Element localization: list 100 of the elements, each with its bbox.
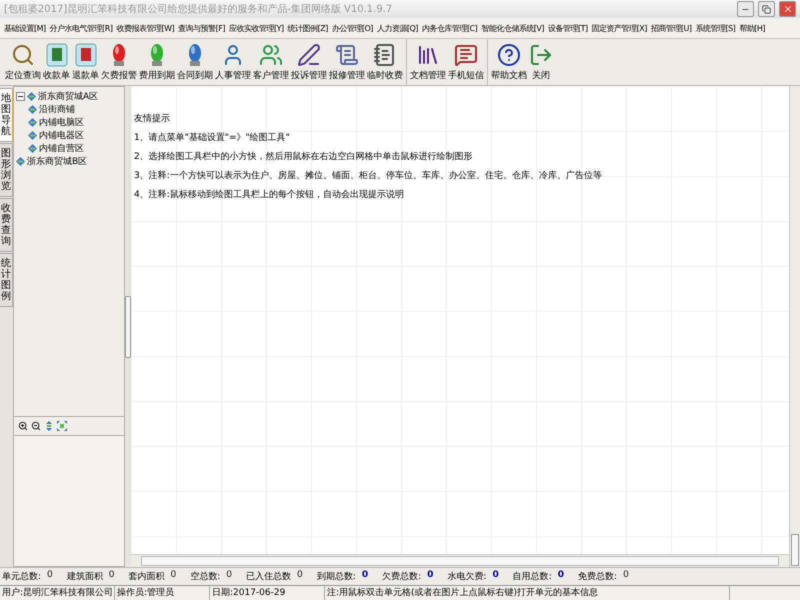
menu-item[interactable]: 帮助[H] [737, 22, 768, 34]
menu-item[interactable]: 智能化仓储系统[V] [479, 22, 546, 34]
stat-label: 欠费总数: 0 [382, 570, 434, 583]
close-button[interactable] [779, 1, 796, 17]
lamp-icon [149, 43, 165, 67]
node-icon [28, 118, 37, 127]
toolbar-button[interactable]: 合同到期 [176, 39, 214, 85]
receipt-icon [46, 43, 68, 67]
stat-label: 免费总数: 0 [578, 570, 629, 583]
scrollbar-thumb[interactable] [791, 534, 799, 566]
menu-item[interactable]: 办公管理[O] [330, 22, 375, 34]
toolbar-button[interactable]: 投诉管理 [290, 39, 328, 85]
toolbar-button[interactable]: 关闭 [528, 39, 554, 85]
fit-height-icon[interactable] [44, 421, 54, 431]
side-tab[interactable]: 收费查询 [0, 198, 13, 252]
menu-item[interactable]: 分户水电气管理[R] [48, 22, 114, 34]
collapse-toggle[interactable] [16, 92, 25, 101]
toolbar-button[interactable]: 帮助文档 [490, 39, 528, 85]
status-text: 注:用鼠标双击单元格(或者在图片上点鼠标右键)打开单元的基本信息 [325, 586, 730, 600]
fit-width-icon[interactable] [57, 421, 67, 431]
stat-value: 0 [108, 570, 115, 582]
toolbar-button[interactable]: 文档管理 [409, 39, 447, 85]
menu-item[interactable]: 人力资源[Q] [374, 22, 420, 34]
toolbar-button[interactable]: 临时收费 [366, 39, 404, 85]
menu-item[interactable]: 设备管理[T] [546, 22, 590, 34]
stat-value: 0 [362, 570, 368, 582]
scroll-icon [335, 43, 359, 67]
message-icon [454, 43, 478, 67]
side-tab[interactable]: 图形浏览 [0, 143, 13, 197]
stat-label: 建筑面积 0 [66, 570, 115, 583]
stat-label: 水电欠费: 0 [447, 570, 499, 583]
stat-value: 0 [558, 570, 564, 582]
menu-item[interactable]: 系统管理[S] [693, 22, 738, 34]
toolbar-button[interactable]: 退款单 [71, 39, 100, 85]
tip-line: 4、注释:鼠标移动到绘图工具栏上的每个按钮，自动会出现提示说明 [134, 188, 405, 201]
books-icon [416, 43, 440, 67]
pen-icon [297, 43, 321, 67]
stat-value: 0 [226, 570, 232, 582]
collapse-handle[interactable] [125, 296, 131, 358]
tree-item[interactable]: 内铺电脑区 [39, 116, 84, 129]
menu-item[interactable]: 统计图例[Z] [286, 22, 330, 34]
stat-label: 单元总数: 0 [2, 570, 53, 583]
stat-value: 0 [170, 570, 176, 582]
help-icon [497, 43, 521, 67]
menu-item[interactable]: 应收实收管理[Y] [226, 22, 286, 34]
toolbar-button[interactable]: 人事管理 [214, 39, 252, 85]
stat-label: 自用总数: 0 [512, 570, 564, 583]
tip-line: 1、请点菜单"基础设置"=》"绘图工具" [134, 132, 291, 144]
menu-item[interactable]: 查询与预警[F] [176, 22, 227, 34]
tip-line: 2、选择绘图工具栏中的小方快，然后用鼠标在右边空白网格中单击鼠标进行绘制图形 [134, 150, 474, 163]
side-tab[interactable]: 统计图例 [0, 253, 13, 307]
restore-icon [762, 4, 771, 14]
stat-value: 0 [297, 570, 303, 582]
people-icon [259, 43, 283, 67]
status-text: 操作员:管理员 [115, 586, 210, 600]
stat-label: 到期总数: 0 [316, 570, 368, 583]
toolbar-button[interactable]: 费用到期 [138, 39, 176, 85]
tree-item[interactable]: 浙东商贸城B区 [27, 155, 88, 168]
tips-title: 友情提示 [134, 112, 171, 125]
close-icon [782, 4, 792, 14]
zoom-out-icon[interactable] [31, 421, 41, 431]
tree-item[interactable]: 内铺自营区 [39, 142, 84, 155]
search-icon [11, 43, 35, 67]
minus-icon [18, 94, 23, 99]
tree-item[interactable]: 内铺电器区 [39, 129, 84, 142]
stat-value: 0 [47, 570, 53, 582]
side-tab[interactable]: 地图导航 [0, 88, 14, 142]
scrollbar-thumb[interactable] [141, 556, 779, 566]
tip-line: 3、注释:一个方快可以表示为住户、房屋、摊位、铺面、柜台、停车位、车库、办公室、住宅、仓库、冷库、广告位等 [134, 170, 602, 182]
stat-label: 已入住总数 0 [246, 570, 303, 583]
notebook-icon [373, 43, 397, 67]
restore-button[interactable] [758, 1, 775, 17]
node-icon [28, 144, 37, 153]
stat-label: 空总数: 0 [190, 570, 232, 583]
zoom-in-icon[interactable] [18, 421, 28, 431]
toolbar-button[interactable]: 收款单 [42, 39, 71, 85]
alarm-lamp-icon [111, 43, 127, 67]
menu-item[interactable]: 固定资产管理[X] [590, 22, 649, 34]
toolbar-button[interactable]: 报修管理 [328, 39, 366, 85]
toolbar-button[interactable]: 定位查询 [4, 39, 42, 85]
menu-item[interactable]: 内务仓库管理[C] [420, 22, 480, 34]
status-text: 用户:昆明汇笨科技有限公司 [0, 586, 115, 600]
lamp-icon [187, 43, 203, 67]
stat-value: 0 [623, 570, 629, 582]
node-icon [28, 105, 37, 114]
stat-value: 0 [427, 570, 434, 582]
node-icon [27, 92, 36, 101]
toolbar-button[interactable]: 客户管理 [252, 39, 290, 85]
toolbar-button[interactable]: 欠费报警 [100, 39, 138, 85]
menu-item[interactable]: 基础设置[M] [2, 22, 48, 34]
window-title: [包租婆2017]昆明汇笨科技有限公司给您提供最好的服务和产品-集团网络版 V10.1.9.7 [4, 2, 394, 16]
node-icon [16, 157, 25, 166]
node-icon [28, 131, 37, 140]
tree-item[interactable]: 沿街商铺 [39, 103, 75, 116]
tree-item[interactable]: 浙东商贸城A区 [38, 90, 98, 103]
status-text: 日期:2017-06-29 [210, 586, 325, 600]
menu-item[interactable]: 收费报表管理[W] [114, 22, 176, 34]
toolbar-button[interactable]: 手机短信 [447, 39, 485, 85]
exit-icon [529, 43, 553, 67]
menu-item[interactable]: 招商管理[U] [648, 22, 694, 34]
